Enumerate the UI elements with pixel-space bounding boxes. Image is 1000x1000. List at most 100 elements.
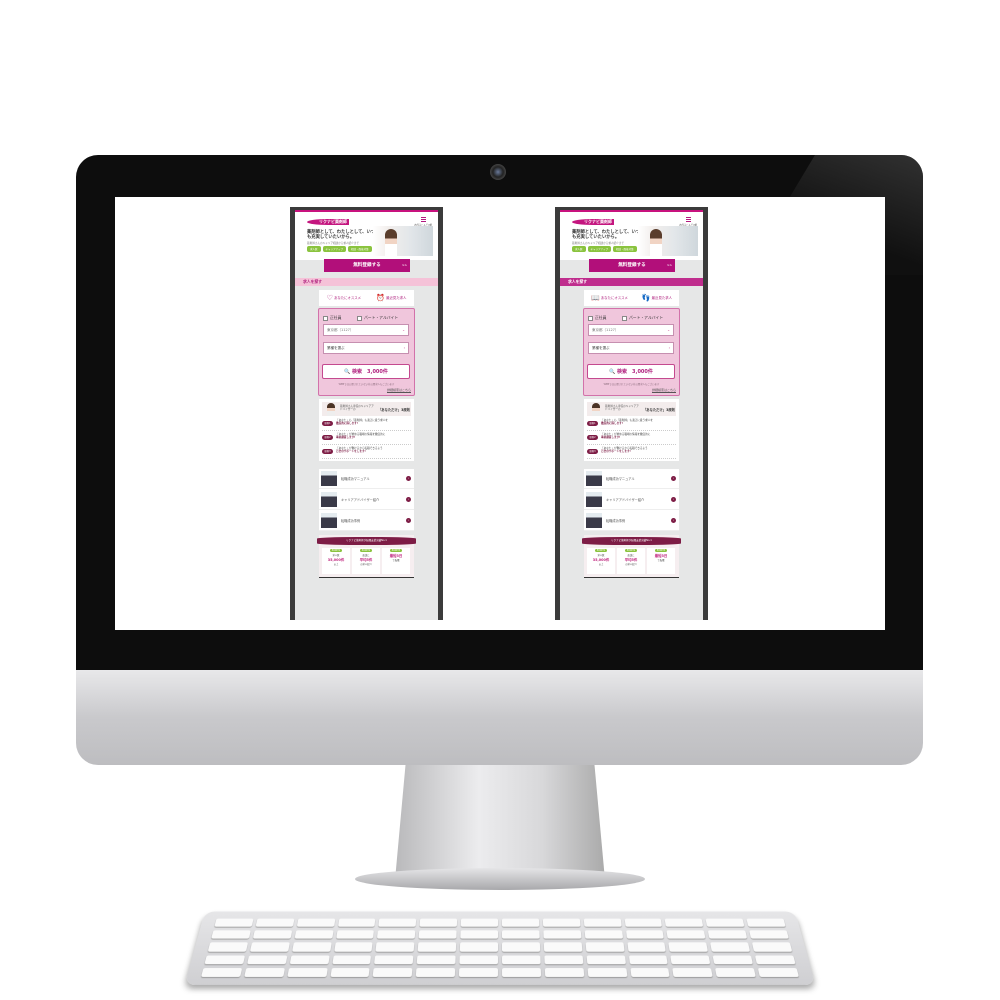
search-button[interactable]: 🔍 検索 3,000件 [587, 364, 675, 379]
keyboard-key [249, 942, 290, 952]
keyboard-key [417, 942, 457, 952]
keyboard-key [378, 918, 417, 927]
advisor-title: 「あなただけ」3原則 [378, 408, 410, 412]
promo-banner[interactable]: リクナビ薬剤師が転職支援実績No.1 POINT1 求人数 35,000件 以上 PO… [582, 535, 681, 578]
stat-card: POINT3 最短3日 で転職 [382, 548, 410, 574]
keyboard-key [459, 942, 499, 952]
principle-item: 原則1 「あなた」も「薬剤師」も適正に扱う求人を 徹底的に探します! [322, 419, 411, 431]
search-button[interactable]: 🔍 検索 3,000件 [322, 364, 410, 379]
stat-value: 35,000件 [327, 558, 345, 562]
fulltime-checkbox[interactable]: 正社員 [323, 315, 341, 321]
tab-recent[interactable]: ⏰ 最近見た求人 [376, 294, 406, 302]
thumbnail [321, 471, 337, 486]
keyboard-key [757, 967, 799, 977]
stat-value: 最短3日 [389, 554, 403, 558]
promo-banner[interactable]: リクナビ薬剤師が転職支援実績No.1 POINT1 求人数 35,000件 以上 PO… [317, 535, 416, 578]
link-advisors[interactable]: キャリアアドバイザー紹介 › [584, 490, 679, 510]
tab-recommend[interactable]: 📖 あなたにオススメ [591, 294, 628, 302]
keyboard-key [459, 955, 498, 964]
keyboard-key [255, 918, 295, 927]
stat-point: POINT3 [654, 549, 668, 552]
advisor-principles-card: 薬剤師さん専任のキャリアアドバイザーの 「あなただけ」3原則 原則1 「あなた」も… [319, 399, 414, 461]
industry-select[interactable]: 業種を選ぶ › [323, 342, 409, 354]
area-select[interactable]: 東京都（1127） ⌄ [588, 324, 674, 336]
link-cases[interactable]: 転職成功事例 › [584, 511, 679, 531]
principle-emphasis: 万全のサポートをします! [336, 450, 366, 454]
hero-tags: 求人数 キャリアアップ 相談・面接対策 [572, 246, 637, 252]
detail-search-link[interactable]: 詳細検索はこちら [652, 388, 676, 392]
stat-value: 平均5件 [359, 558, 373, 562]
principle-badge: 原則1 [322, 421, 333, 426]
keyboard-key [337, 918, 376, 927]
logo[interactable]: リクナビ薬剤師 [572, 219, 614, 225]
parttime-checkbox[interactable]: パート・アルバイト [622, 315, 663, 321]
parttime-checkbox[interactable]: パート・アルバイト [357, 315, 398, 321]
hero-subtitle: 薬剤師さんのキャリア相談から求人紹介まで [572, 242, 624, 245]
principle-emphasis: 徹底的に探します! [336, 422, 358, 426]
principle-emphasis: 事前調査します! [336, 436, 356, 440]
logo[interactable]: リクナビ薬剤師 [307, 219, 349, 225]
principle-item: 原則2 「あなた」が求める職場の情報を徹底的に 事前調査します! [322, 433, 411, 445]
camera-icon [490, 164, 506, 180]
keyboard-key [715, 967, 756, 977]
link-manual[interactable]: 転職成功マニュアル › [584, 469, 679, 489]
stat-point: POINT2 [624, 549, 638, 552]
keyboard-key [710, 942, 751, 952]
thumbnail [586, 513, 602, 528]
keyboard-key [627, 942, 667, 952]
link-manual[interactable]: 転職成功マニュアル › [319, 469, 414, 489]
keyboard-key [672, 967, 713, 977]
stat-value: 35,000件 [592, 558, 610, 562]
link-label: キャリアアドバイザー紹介 [606, 498, 645, 502]
tab-recommend[interactable]: ♡ あなたにオススメ [327, 294, 361, 302]
keyboard-key [460, 918, 499, 927]
monitor-chin [76, 670, 923, 765]
chevron-down-icon: ⌄ [402, 328, 405, 332]
keyboard-key [705, 918, 745, 927]
link-advisors[interactable]: キャリアアドバイザー紹介 › [319, 490, 414, 510]
keyboard-key [502, 967, 541, 977]
keyboard-key [668, 942, 709, 952]
stat-point: POINT3 [389, 549, 403, 552]
thumbnail [586, 471, 602, 486]
keyboard-key [666, 930, 706, 939]
double-arrow-icon: >> [401, 263, 407, 267]
arrow-icon: › [406, 518, 411, 523]
hero-image [638, 226, 698, 256]
hero-tag: 求人数 [572, 246, 586, 252]
stat-suffix: 以上 [598, 563, 604, 566]
register-button[interactable]: 無料登録する >> [324, 259, 410, 272]
keyboard-key [419, 918, 458, 927]
tab-recent[interactable]: 👣 最近見た求人 [642, 294, 672, 302]
keyboard-key [712, 955, 753, 964]
register-button[interactable]: 無料登録する >> [589, 259, 675, 272]
recommend-icon: 📖 [590, 294, 600, 302]
detail-search-link[interactable]: 詳細検索はこちら [387, 388, 411, 392]
phone-screenshot: リクナビ薬剤師 お気に入り求人 薬剤師として、わたしとして、いつも充実していたい… [290, 207, 443, 620]
hero-tag: キャリアアップ [587, 246, 612, 252]
tab-recent-label: 最近見た求人 [651, 296, 673, 300]
keyboard-key [624, 918, 663, 927]
keyboard-key [629, 967, 670, 977]
link-label: 転職成功事例 [341, 519, 361, 523]
industry-select[interactable]: 業種を選ぶ › [588, 342, 674, 354]
thumbnail [321, 492, 337, 507]
mobile-page: リクナビ薬剤師 お気に入り求人 薬剤師として、わたしとして、いつも充実していたい… [295, 210, 438, 620]
tab-recommend-label: あなたにオススメ [600, 296, 628, 300]
fulltime-checkbox[interactable]: 正社員 [588, 315, 606, 321]
keyboard-key [585, 942, 625, 952]
stat-card: POINT3 最短3日 で転職 [647, 548, 675, 574]
link-cases[interactable]: 転職成功事例 › [319, 511, 414, 531]
principle-badge: 原則2 [322, 435, 333, 440]
hero-title: 薬剤師として、わたしとして、いつも充実していたいから。 [572, 230, 641, 240]
principle-badge: 原則1 [587, 421, 598, 426]
advisor-intro: 薬剤師さん専任のキャリアアドバイザーの [340, 405, 374, 412]
link-label: キャリアアドバイザー紹介 [341, 498, 380, 502]
register-label: 無料登録する [353, 263, 381, 268]
keyboard-key [708, 930, 748, 939]
keyboard-key [670, 955, 711, 964]
fulltime-label: 正社員 [595, 315, 607, 320]
hero-image [373, 226, 433, 256]
keyboard-key [628, 955, 668, 964]
area-select[interactable]: 東京都（1127） ⌄ [323, 324, 409, 336]
